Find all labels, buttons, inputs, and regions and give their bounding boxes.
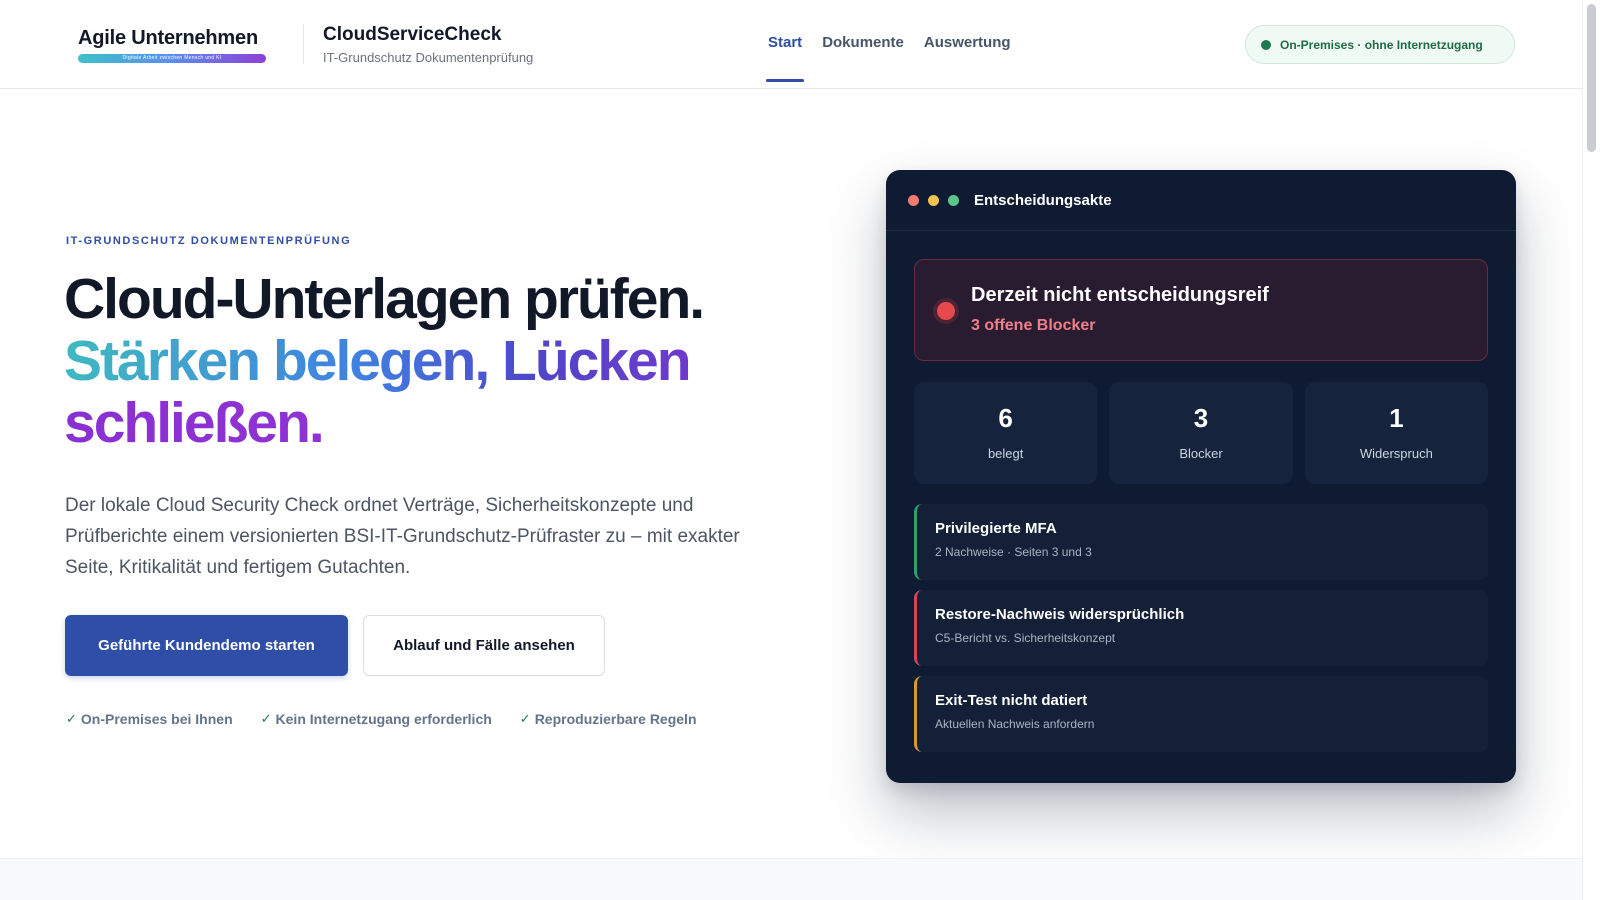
status-dot-icon — [1261, 39, 1271, 50]
feature-check-label: On-Premises bei Ihnen — [80, 711, 233, 727]
nav-item-auswertung[interactable]: Auswertung — [924, 34, 1011, 55]
finding-subtitle: Aktuellen Nachweis anfordern — [935, 717, 1095, 731]
window-minimize-dot-icon — [928, 194, 939, 206]
headline-line-3: schließen. — [64, 392, 824, 454]
headline-line-2: Stärken belegen, Lücken — [64, 330, 824, 392]
finding-subtitle: C5-Bericht vs. Sicherheitskonzept — [935, 631, 1116, 645]
finding-item[interactable]: Restore-Nachweis widersprüchlich C5-Beri… — [914, 590, 1488, 666]
feature-check: ✓ On-Premises bei Ihnen — [66, 711, 233, 727]
alert-subtitle: 3 offene Blocker — [971, 317, 1096, 334]
window-maximize-dot-icon — [948, 194, 959, 206]
main-nav: Start Dokumente Auswertung — [765, 34, 1011, 82]
nav-item-start[interactable]: Start — [765, 34, 805, 82]
logo-tagline: Digitale Arbeit zwischen Mensch und KI — [78, 54, 266, 63]
finding-subtitle: 2 Nachweise · Seiten 3 und 3 — [935, 545, 1092, 559]
feature-check-label: Reproduzierbare Regeln — [534, 711, 697, 727]
next-section-band — [0, 858, 1582, 900]
feature-check-label: Kein Internetzugang erforderlich — [275, 711, 492, 727]
hero-headline: Cloud-Unterlagen prüfen. Stärken belegen… — [64, 268, 824, 454]
finding-item[interactable]: Privilegierte MFA 2 Nachweise · Seiten 3… — [914, 504, 1488, 580]
panel-title: Entscheidungsakte — [974, 191, 1112, 209]
finding-list: Privilegierte MFA 2 Nachweise · Seiten 3… — [914, 504, 1488, 762]
feature-check: ✓ Reproduzierbare Regeln — [520, 711, 697, 727]
start-demo-button[interactable]: Geführte Kundendemo starten — [65, 615, 348, 676]
page-scrollbar[interactable] — [1582, 0, 1600, 900]
feature-checks: ✓ On-Premises bei Ihnen ✓ Kein Internetz… — [66, 711, 697, 727]
stat-widerspruch: 1 Widerspruch — [1304, 382, 1488, 484]
hero-lead-text: Der lokale Cloud Security Check ordnet V… — [65, 495, 740, 578]
stat-value: 1 — [1389, 403, 1404, 433]
finding-title: Restore-Nachweis widersprüchlich — [935, 606, 1185, 623]
decision-status-alert: Derzeit nicht entscheidungsreif 3 offene… — [914, 259, 1488, 361]
brand-subtitle: IT-Grundschutz Dokumentenprüfung — [323, 50, 534, 65]
finding-title: Privilegierte MFA — [935, 520, 1057, 537]
headline-line-1: Cloud-Unterlagen prüfen. — [64, 267, 705, 331]
check-icon: ✓ — [519, 711, 531, 726]
stat-label: Widerspruch — [1359, 446, 1433, 461]
site-header: Agile Unternehmen Digitale Arbeit zwisch… — [0, 0, 1582, 89]
finding-title: Exit-Test nicht datiert — [935, 692, 1088, 709]
stats-row: 6 belegt 3 Blocker 1 Widerspruch — [914, 382, 1488, 484]
on-premises-status-badge: On-Premises · ohne Internetzugang — [1245, 25, 1515, 64]
check-icon: ✓ — [260, 711, 272, 726]
nav-item-dokumente[interactable]: Dokumente — [822, 34, 904, 55]
finding-item[interactable]: Exit-Test nicht datiert Aktuellen Nachwe… — [914, 676, 1488, 752]
status-badge-label: On-Premises · ohne Internetzugang — [1280, 37, 1483, 52]
window-close-dot-icon — [908, 194, 919, 206]
alert-dot-icon — [937, 302, 955, 320]
stat-label: Blocker — [1179, 446, 1223, 461]
check-icon: ✓ — [66, 711, 77, 726]
header-divider — [303, 24, 304, 64]
stat-blocker: 3 Blocker — [1109, 382, 1293, 484]
view-process-button[interactable]: Ablauf und Fälle ansehen — [363, 615, 605, 676]
brand: CloudServiceCheck IT-Grundschutz Dokumen… — [323, 24, 533, 65]
stat-belegt: 6 belegt — [914, 382, 1098, 484]
stat-label: belegt — [987, 446, 1024, 461]
agile-unternehmen-logo[interactable]: Agile Unternehmen Digitale Arbeit zwisch… — [78, 27, 273, 67]
stat-value: 3 — [1193, 403, 1209, 433]
logo-text: Agile Unternehmen — [78, 27, 258, 49]
feature-check: ✓ Kein Internetzugang erforderlich — [261, 711, 492, 727]
decision-file-panel: Entscheidungsakte Derzeit nicht entschei… — [886, 170, 1516, 783]
panel-titlebar: Entscheidungsakte — [886, 170, 1516, 231]
stat-value: 6 — [998, 403, 1013, 433]
brand-title: CloudServiceCheck — [323, 24, 502, 45]
alert-title: Derzeit nicht entscheidungsreif — [971, 284, 1269, 306]
hero-eyebrow: IT-GRUNDSCHUTZ DOKUMENTENPRÜFUNG — [66, 235, 352, 247]
scrollbar-thumb[interactable] — [1587, 4, 1596, 152]
